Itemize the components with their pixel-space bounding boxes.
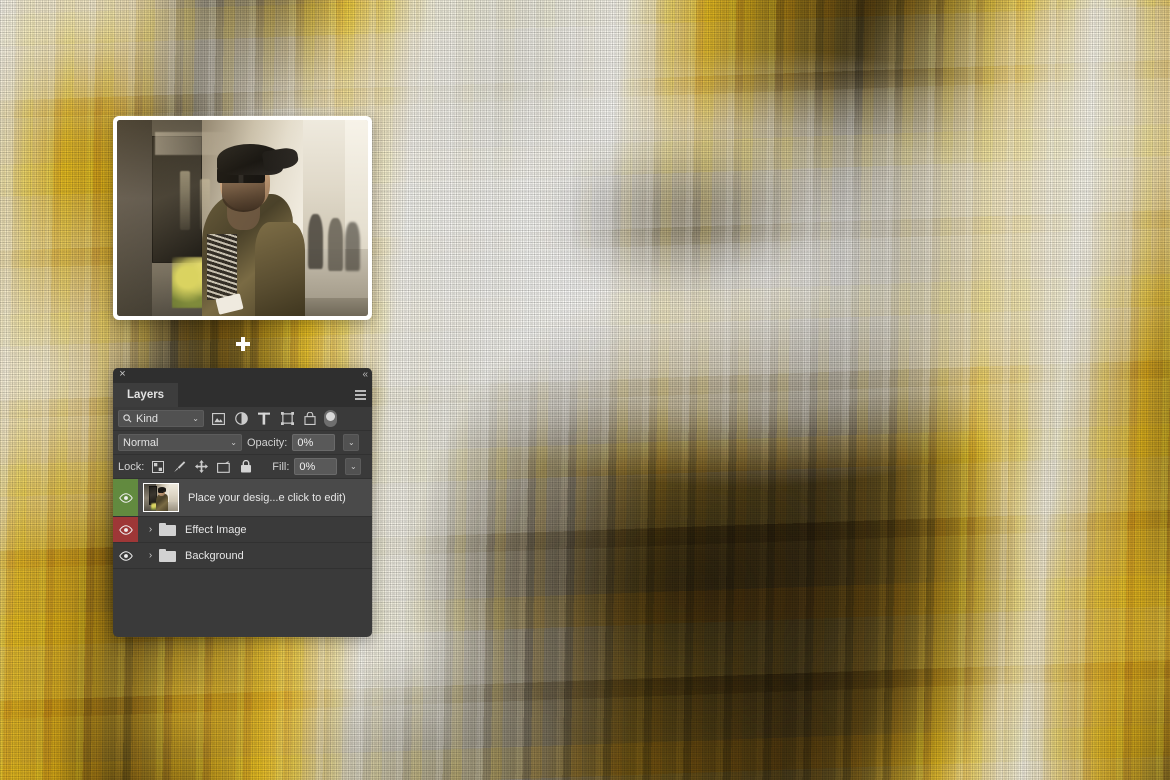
table-row[interactable]: › Effect Image — [113, 517, 372, 543]
opacity-input[interactable]: 0% — [292, 434, 336, 451]
layer-list: Place your desig...e click to edit) › Ef… — [113, 479, 372, 569]
tab-layers[interactable]: Layers — [113, 383, 179, 407]
lock-image-pixels-icon[interactable] — [171, 459, 188, 475]
layer-visibility-toggle[interactable] — [113, 479, 138, 516]
chevron-down-icon: ⌄ — [230, 438, 237, 447]
close-icon[interactable]: × — [117, 369, 128, 380]
photo-warm-overlay — [117, 120, 368, 316]
filter-kind-value: Kind — [136, 412, 159, 425]
lock-transparent-pixels-icon[interactable] — [149, 459, 166, 475]
smart-object-filter-icon[interactable] — [301, 410, 319, 427]
filter-kind-select[interactable]: Kind ⌄ — [118, 410, 204, 427]
lock-label: Lock: — [118, 460, 145, 473]
shape-layer-filter-icon[interactable] — [278, 410, 296, 427]
folder-icon — [159, 549, 176, 562]
opacity-label: Opacity: — [247, 436, 288, 449]
blend-mode-row: Normal ⌄ Opacity: 0% ⌄ — [113, 431, 372, 455]
photo-preview-card[interactable] — [113, 116, 372, 320]
layer-name: Place your desig...e click to edit) — [188, 491, 346, 504]
fill-stepper-icon[interactable]: ⌄ — [345, 458, 362, 475]
lock-artboard-nesting-icon[interactable] — [215, 459, 232, 475]
expand-group-icon[interactable]: › — [143, 524, 158, 535]
collapse-panel-icon[interactable]: « — [362, 369, 367, 380]
lock-all-icon[interactable] — [237, 459, 254, 475]
plus-placement-marker — [236, 337, 250, 351]
photo-image — [117, 120, 368, 316]
folder-icon — [159, 523, 176, 536]
layer-visibility-toggle[interactable] — [113, 543, 138, 568]
eye-icon — [118, 492, 133, 503]
panel-tabbar: Layers — [113, 383, 372, 407]
expand-group-icon[interactable]: › — [143, 550, 158, 561]
fill-input[interactable]: 0% — [294, 458, 338, 475]
layer-name: Effect Image — [185, 523, 247, 536]
search-icon — [123, 414, 132, 423]
type-layer-filter-icon[interactable] — [255, 410, 273, 427]
layer-filter-row: Kind ⌄ — [113, 407, 372, 431]
eye-icon — [118, 550, 133, 561]
adjustment-layer-filter-icon[interactable] — [232, 410, 250, 427]
layer-name: Background — [185, 549, 244, 562]
table-row[interactable]: Place your desig...e click to edit) — [113, 479, 372, 517]
eye-icon — [118, 524, 133, 535]
lock-position-icon[interactable] — [193, 459, 210, 475]
layer-list-empty-area — [113, 569, 372, 629]
chevron-down-icon: ⌄ — [192, 414, 199, 423]
layer-visibility-toggle[interactable] — [113, 517, 138, 542]
panel-menu-icon[interactable] — [355, 390, 366, 400]
pixel-layer-filter-icon[interactable] — [209, 410, 227, 427]
table-row[interactable]: › Background — [113, 543, 372, 569]
lock-row: Lock: Fill: 0% ⌄ — [113, 455, 372, 479]
tabbar-empty-space — [178, 383, 372, 407]
thumb-coat — [155, 494, 168, 511]
opacity-stepper-icon[interactable]: ⌄ — [343, 434, 360, 451]
fill-label: Fill: — [272, 460, 290, 473]
filter-enable-toggle[interactable] — [324, 410, 337, 427]
layers-panel[interactable]: × « Layers Kind ⌄ Normal ⌄ Opacity: 0% ⌄… — [113, 368, 372, 637]
layer-thumbnail[interactable] — [143, 483, 179, 512]
blend-mode-value: Normal — [123, 436, 159, 449]
layer-thumbnail-image — [144, 484, 178, 511]
panel-titlebar: × « — [113, 368, 372, 383]
thumb-cap — [157, 487, 167, 492]
blend-mode-select[interactable]: Normal ⌄ — [118, 434, 242, 451]
